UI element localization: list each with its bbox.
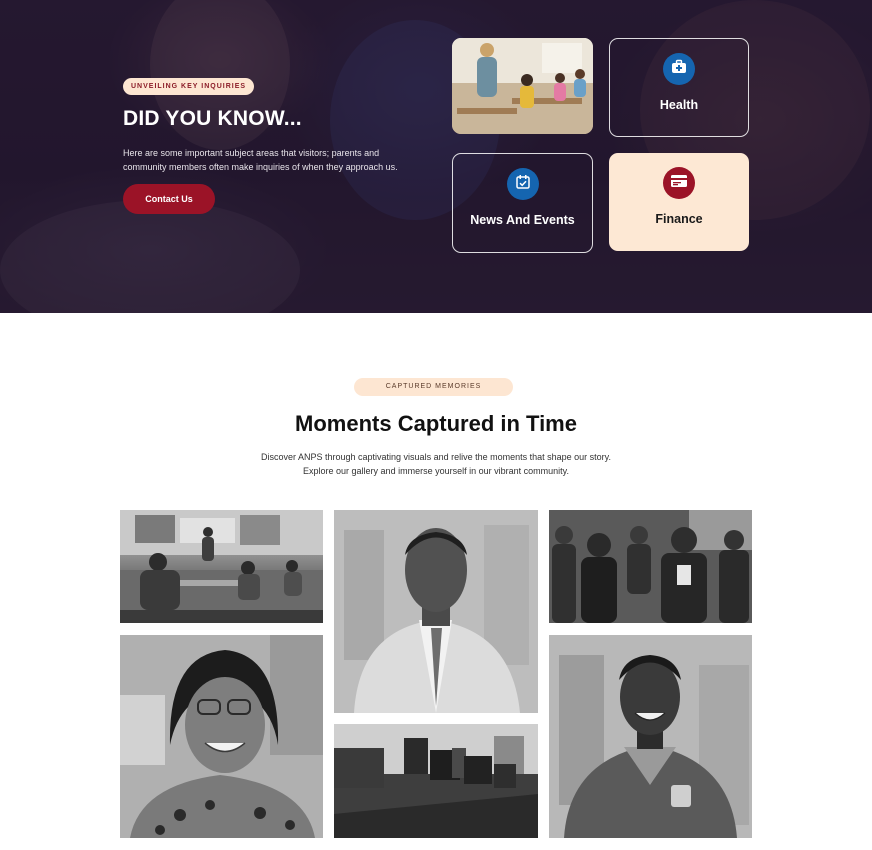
gallery-image-students-group[interactable]: [549, 510, 752, 623]
finance-card-label: Finance: [655, 212, 703, 226]
memories-description-line: Discover ANPS through captivating visual…: [260, 452, 611, 462]
hero-description: Here are some important subject areas th…: [123, 148, 398, 172]
memories-eyebrow-badge: CAPTURED MEMORIES: [354, 378, 513, 396]
memories-description-line: Explore our gallery and immerse yourself…: [303, 466, 569, 476]
gallery-image-classroom[interactable]: [120, 510, 323, 623]
contact-us-button[interactable]: Contact Us: [123, 184, 215, 214]
gallery-image-student-portrait[interactable]: [549, 635, 752, 838]
health-card-label: Health: [659, 98, 699, 112]
hero-text-block: UNVEILING KEY INQUIRIES DID YOU KNOW... …: [123, 75, 423, 214]
calendar-check-icon: [515, 174, 531, 195]
credit-card-icon: [670, 174, 688, 193]
icon-circle: [506, 168, 539, 200]
news-and-events-card-label: News And Events: [470, 213, 575, 227]
hero-section: UNVEILING KEY INQUIRIES DID YOU KNOW... …: [0, 0, 872, 313]
gallery-image-illustration: [334, 510, 538, 713]
gallery-image-illustration: [334, 724, 538, 838]
hero-title: DID YOU KNOW...: [123, 107, 302, 130]
gallery-image-illustration: [120, 635, 323, 838]
news-and-events-card[interactable]: News And Events: [452, 153, 593, 253]
gallery-image-man-portrait[interactable]: [334, 510, 538, 713]
medical-kit-icon: [671, 59, 687, 80]
gallery-image-illustration: [549, 510, 752, 623]
finance-card[interactable]: Finance: [609, 153, 749, 251]
gallery-image-woman-portrait[interactable]: [120, 635, 323, 838]
gallery-image-illustration: [549, 635, 752, 838]
hero-eyebrow-badge: UNVEILING KEY INQUIRIES: [123, 78, 255, 95]
classroom-photo-illustration: [452, 38, 593, 134]
gallery-image-computer-lab[interactable]: [334, 724, 538, 838]
memories-description: Discover ANPS through captivating visual…: [236, 450, 636, 478]
health-card[interactable]: Health: [609, 38, 749, 137]
classroom-photo: [452, 38, 593, 134]
icon-circle: [663, 167, 695, 199]
icon-circle: [663, 53, 695, 85]
gallery-image-illustration: [120, 510, 323, 623]
memories-title: Moments Captured in Time: [295, 411, 577, 436]
